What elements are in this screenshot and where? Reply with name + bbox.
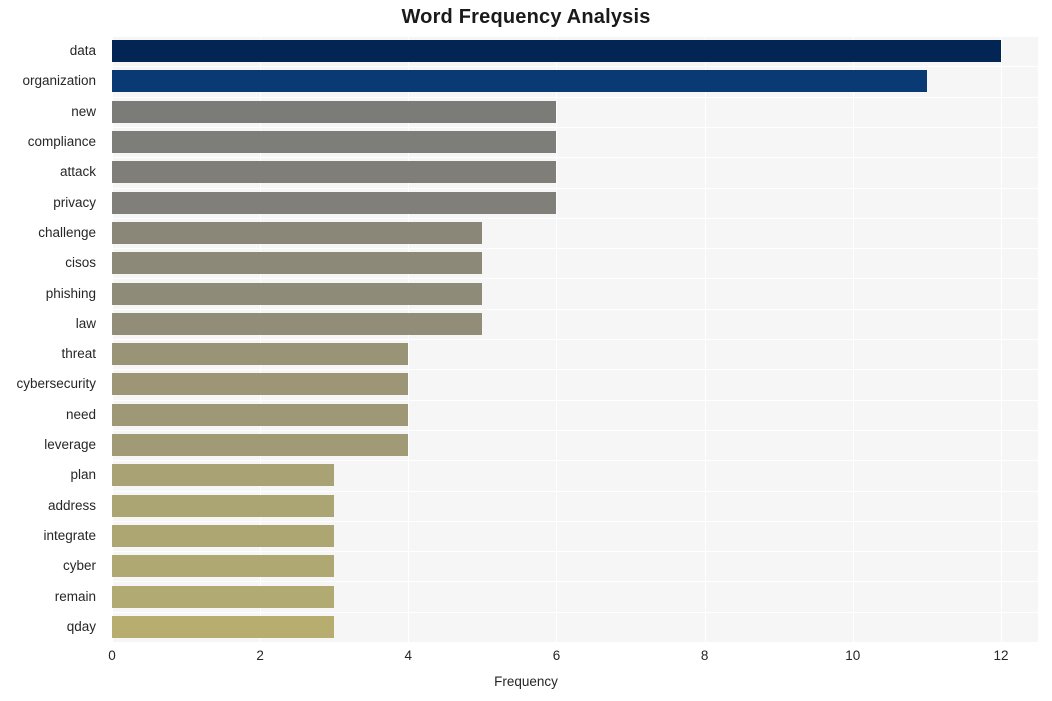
x-axis-tick-label: 8: [700, 648, 709, 663]
bar: [112, 585, 335, 608]
y-axis-tick-label: plan: [70, 467, 96, 483]
y-axis-tick-label: phishing: [45, 285, 96, 301]
bar-row: [112, 551, 1038, 581]
x-axis-tick-labels: 0 2 4 6 8 10 12: [0, 648, 1052, 672]
bar: [112, 403, 409, 426]
y-axis-tick-label: leverage: [44, 437, 96, 453]
y-axis-tick-label: address: [47, 497, 96, 513]
bar: [112, 615, 335, 638]
bar: [112, 191, 557, 214]
bar: [112, 100, 557, 123]
y-axis-tick-label: threat: [61, 346, 96, 362]
y-axis-tick-label: integrate: [43, 527, 96, 543]
y-axis-tick-label: cybersecurity: [16, 376, 96, 392]
y-axis-tick-label: cisos: [65, 255, 96, 271]
y-axis-tick-labels: data organization new compliance attack priva…: [0, 36, 104, 642]
bar: [112, 524, 335, 547]
x-axis-tick-label: 12: [993, 648, 1009, 663]
y-axis-tick-label: cyber: [62, 558, 96, 574]
bar: [112, 70, 927, 93]
bar-row: [112, 157, 1038, 187]
bar: [112, 494, 335, 517]
bar-row: [112, 400, 1038, 430]
bar: [112, 434, 409, 457]
bar: [112, 343, 409, 366]
bar: [112, 252, 483, 275]
bar: [112, 221, 483, 244]
bar: [112, 282, 483, 305]
y-axis-tick-label: challenge: [38, 224, 96, 240]
bar-row: [112, 460, 1038, 490]
x-axis-tick-label: 2: [256, 648, 264, 663]
chart-title: Word Frequency Analysis: [401, 6, 651, 28]
x-axis-tick-label: 6: [552, 648, 561, 663]
bar-row: [112, 430, 1038, 460]
bar: [112, 131, 557, 154]
bar: [112, 555, 335, 578]
x-axis-tick-label: 0: [108, 648, 116, 663]
bar-row: [112, 188, 1038, 218]
x-axis-tick-label: 4: [404, 648, 413, 663]
bar-row: [112, 218, 1038, 248]
y-axis-tick-label: compliance: [27, 134, 96, 150]
bar-row: [112, 248, 1038, 278]
bar: [112, 40, 1001, 63]
bar-row: [112, 612, 1038, 642]
bar: [112, 312, 483, 335]
y-axis-tick-label: remain: [54, 588, 96, 604]
bar-row: [112, 127, 1038, 157]
y-axis-tick-label: new: [71, 103, 96, 119]
bar-row: [112, 581, 1038, 611]
bar-row: [112, 339, 1038, 369]
plot-area: [112, 36, 1038, 643]
bar: [112, 161, 557, 184]
bar-row: [112, 369, 1038, 399]
bar-row: [112, 278, 1038, 308]
bar-row: [112, 491, 1038, 521]
bar-row: [112, 36, 1038, 66]
bar-row: [112, 309, 1038, 339]
x-axis-title: Frequency: [494, 674, 558, 689]
x-axis-tick-label: 10: [845, 648, 861, 663]
bar-row: [112, 97, 1038, 127]
y-axis-tick-label: attack: [59, 164, 96, 180]
y-axis-tick-label: data: [69, 43, 96, 59]
y-axis-tick-label: qday: [66, 618, 96, 634]
y-axis-tick-label: need: [65, 406, 96, 422]
y-axis-tick-label: privacy: [53, 194, 96, 210]
word-frequency-chart-figure: Word Frequency Analysis data organization…: [0, 0, 1052, 701]
bar-row: [112, 521, 1038, 551]
bar: [112, 464, 335, 487]
gridline-horizontal: [112, 642, 1038, 643]
bar: [112, 373, 409, 396]
y-axis-tick-label: organization: [22, 73, 96, 89]
bar-row: [112, 66, 1038, 96]
y-axis-tick-label: law: [75, 315, 96, 331]
